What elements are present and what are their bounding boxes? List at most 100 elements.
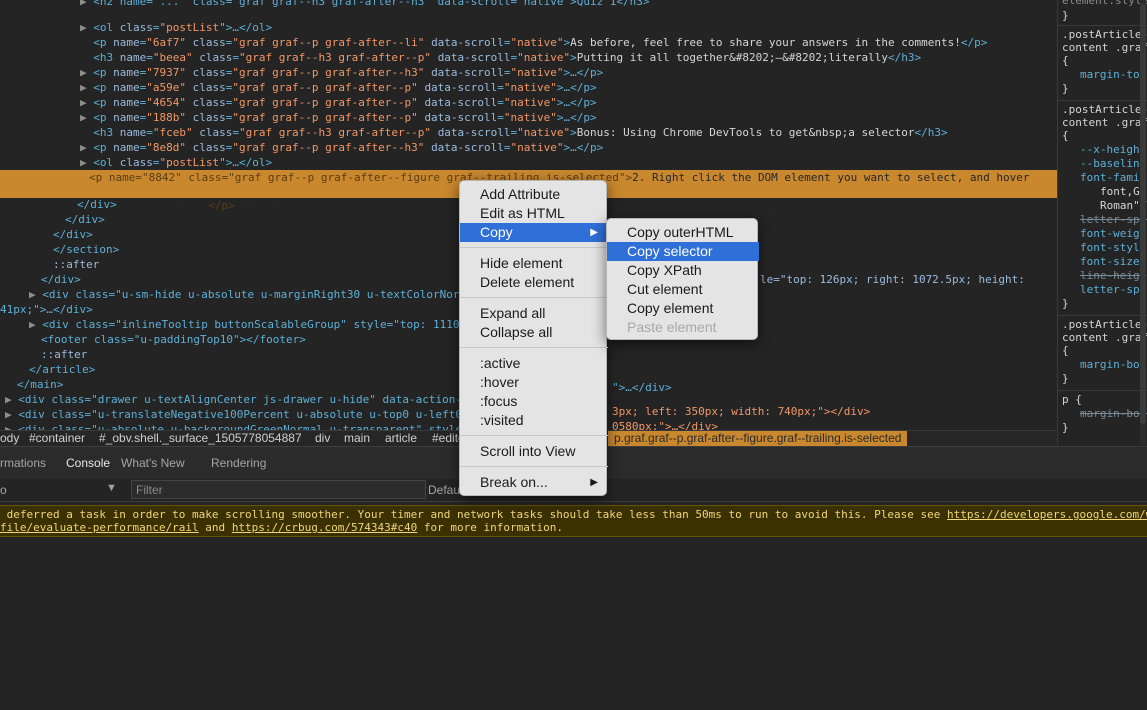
dom-node[interactable]: </main> (17, 377, 63, 392)
menu-item-label: :visited (480, 412, 524, 428)
style-rule-selector[interactable]: .postArticle- (1062, 28, 1147, 41)
dom-node[interactable]: </article> (29, 362, 95, 377)
breadcrumb-item-selected[interactable]: p.graf.graf--p.graf-after--figure.graf--… (608, 431, 908, 446)
style-property[interactable]: font-style (1080, 241, 1146, 254)
menu-item-copy[interactable]: Copy ▶ (460, 223, 608, 242)
log-levels-dropdown[interactable]: Defau (428, 483, 460, 497)
chevron-down-icon[interactable]: ▼ (106, 482, 117, 494)
menu-item-scroll-into-view[interactable]: Scroll into View (460, 442, 608, 461)
dom-node[interactable]: ▶ <p name="a59e" class="graf graf--p gra… (80, 80, 597, 95)
dom-node[interactable]: </div> (41, 272, 81, 287)
menu-item-active[interactable]: :active (460, 354, 608, 373)
warning-link-developers[interactable]: https://developers.google.com/w (947, 508, 1147, 521)
dom-node[interactable]: ▶ <ol class="postList">…</ol> (80, 20, 272, 35)
style-property[interactable]: --baseline (1080, 157, 1146, 170)
dom-node[interactable]: 41px;">…</div> (0, 302, 93, 317)
breadcrumb-item-div[interactable]: div (315, 431, 330, 446)
menu-item-focus[interactable]: :focus (460, 392, 608, 411)
style-rule-open[interactable]: { (1062, 129, 1069, 142)
dom-node[interactable]: ▶ <div class="inlineTooltip buttonScalab… (29, 317, 466, 332)
selected-node-close-tag: </p> (208, 199, 235, 212)
dom-node[interactable]: </div> (53, 227, 93, 242)
style-rule-open[interactable]: { (1062, 54, 1069, 67)
selected-node-text: over “Copy”: (128, 199, 209, 212)
menu-item-edit-as-html[interactable]: Edit as HTML (460, 204, 608, 223)
dom-node[interactable]: <p name="6af7" class="graf graf--p graf-… (80, 35, 987, 50)
style-rule-selector[interactable]: p { (1062, 393, 1082, 406)
dom-node[interactable]: <h3 name="fceb" class="graf graf--h3 gra… (80, 125, 947, 140)
style-rule-selector[interactable]: .postArticle- (1062, 318, 1147, 331)
dom-node[interactable]: ▶ <p name="188b" class="graf graf--p gra… (80, 110, 597, 125)
style-rule-close[interactable]: } (1062, 421, 1069, 434)
style-rule-close[interactable]: } (1062, 372, 1069, 385)
menu-item-label: Collapse all (480, 324, 553, 340)
style-rule-selector[interactable]: content .graf (1062, 331, 1147, 344)
style-property[interactable]: --x-height (1080, 143, 1146, 156)
menu-item-copy-outerhtml[interactable]: Copy outerHTML (607, 223, 759, 242)
menu-item-copy-element[interactable]: Copy element (607, 299, 759, 318)
warning-link-rail[interactable]: file/evaluate-performance/rail (0, 521, 199, 534)
warning-link-crbug[interactable]: https://crbug.com/574343#c40 (232, 521, 417, 534)
dom-node[interactable]: </div> (65, 212, 105, 227)
dom-node[interactable]: </div> (77, 197, 117, 212)
dom-node[interactable]: ▶ <div class="drawer u-textAlignCenter j… (5, 392, 462, 407)
breadcrumb-item-shell[interactable]: #_obv.shell._surface_1505778054887 (99, 431, 302, 446)
style-rule-selector[interactable]: content .graf (1062, 41, 1147, 54)
style-rule-close[interactable]: } (1062, 82, 1069, 95)
dom-node[interactable]: ::after (53, 257, 99, 272)
style-element-selector[interactable]: element.style (1062, 0, 1147, 7)
menu-item-expand-all[interactable]: Expand all (460, 304, 608, 323)
dom-node[interactable]: </section> (53, 242, 119, 257)
dom-node[interactable]: ▶ <div class="u-sm-hide u-absolute u-mar… (29, 287, 466, 302)
menu-item-copy-xpath[interactable]: Copy XPath (607, 261, 759, 280)
style-rule-selector[interactable]: content .graf (1062, 116, 1147, 129)
style-property[interactable]: margin-bott (1080, 358, 1147, 371)
context-selector[interactable]: o (0, 483, 7, 497)
style-property[interactable]: font-family (1080, 171, 1147, 184)
menu-item-cut-element[interactable]: Cut element (607, 280, 759, 299)
style-property[interactable]: font-weigh (1080, 227, 1146, 240)
style-property[interactable]: font-size: (1080, 255, 1146, 268)
menu-item-copy-selector[interactable]: Copy selector (607, 242, 759, 261)
tab-whats-new[interactable]: What's New (121, 456, 185, 470)
breadcrumb-item-container[interactable]: #container (29, 431, 85, 446)
dom-node[interactable]: <h3 name="beea" class="graf graf--h3 gra… (80, 50, 921, 65)
styles-scrollbar[interactable] (1140, 0, 1146, 445)
console-filter-input[interactable] (131, 480, 426, 499)
breadcrumb-item-main[interactable]: main (344, 431, 370, 446)
dom-node[interactable]: ▶ <div class="u-absolute u-backgroundGre… (5, 422, 462, 430)
menu-separator (460, 466, 608, 467)
dom-node[interactable]: ::after (41, 347, 87, 362)
dom-node[interactable]: ▶ <ol class="postList">…</ol> (80, 155, 272, 170)
menu-item-hide-element[interactable]: Hide element (460, 254, 608, 273)
dom-node[interactable]: ▶ <p name="7937" class="graf graf--p gra… (80, 65, 603, 80)
tab-console[interactable]: Console (66, 456, 110, 470)
menu-item-delete-element[interactable]: Delete element (460, 273, 608, 292)
style-rule-selector[interactable]: .postArticle- (1062, 103, 1147, 116)
dom-node[interactable]: <footer class="u-paddingTop10"></footer> (41, 332, 306, 347)
breadcrumb-item-article[interactable]: article (385, 431, 417, 446)
menu-item-label: Scroll into View (480, 443, 576, 459)
tab-rendering[interactable]: Rendering (211, 456, 266, 470)
style-property[interactable]: letter-spac (1080, 283, 1147, 296)
menu-item-visited[interactable]: :visited (460, 411, 608, 430)
style-rule-open[interactable]: { (1062, 344, 1069, 357)
style-property[interactable]: margin-top (1080, 68, 1146, 81)
style-property[interactable]: margin-bott (1080, 407, 1147, 420)
dom-node-partial[interactable]: ▶ <h2 name="..." class="graf graf--h3 gr… (80, 0, 650, 9)
styles-scrollbar-thumb[interactable] (1140, 4, 1146, 424)
style-property[interactable]: letter-spac (1080, 213, 1147, 226)
menu-item-break-on[interactable]: Break on... ▶ (460, 473, 608, 492)
menu-item-add-attribute[interactable]: Add Attribute (460, 185, 608, 204)
style-rule-close[interactable]: } (1062, 297, 1069, 310)
menu-item-collapse-all[interactable]: Collapse all (460, 323, 608, 342)
style-brace[interactable]: } (1062, 9, 1069, 22)
dom-node[interactable]: ▶ <div class="u-translateNegative100Perc… (5, 407, 462, 422)
menu-item-hover[interactable]: :hover (460, 373, 608, 392)
dom-node[interactable]: ▶ <p name="8e8d" class="graf graf--p gra… (80, 140, 603, 155)
dom-node[interactable]: ▶ <p name="4654" class="graf graf--p gra… (80, 95, 597, 110)
breadcrumb-item-body[interactable]: ody (0, 431, 19, 446)
style-property[interactable]: line-heigh (1080, 269, 1146, 282)
console-output[interactable] (0, 537, 1147, 710)
tab-animations[interactable]: rmations (0, 456, 46, 470)
